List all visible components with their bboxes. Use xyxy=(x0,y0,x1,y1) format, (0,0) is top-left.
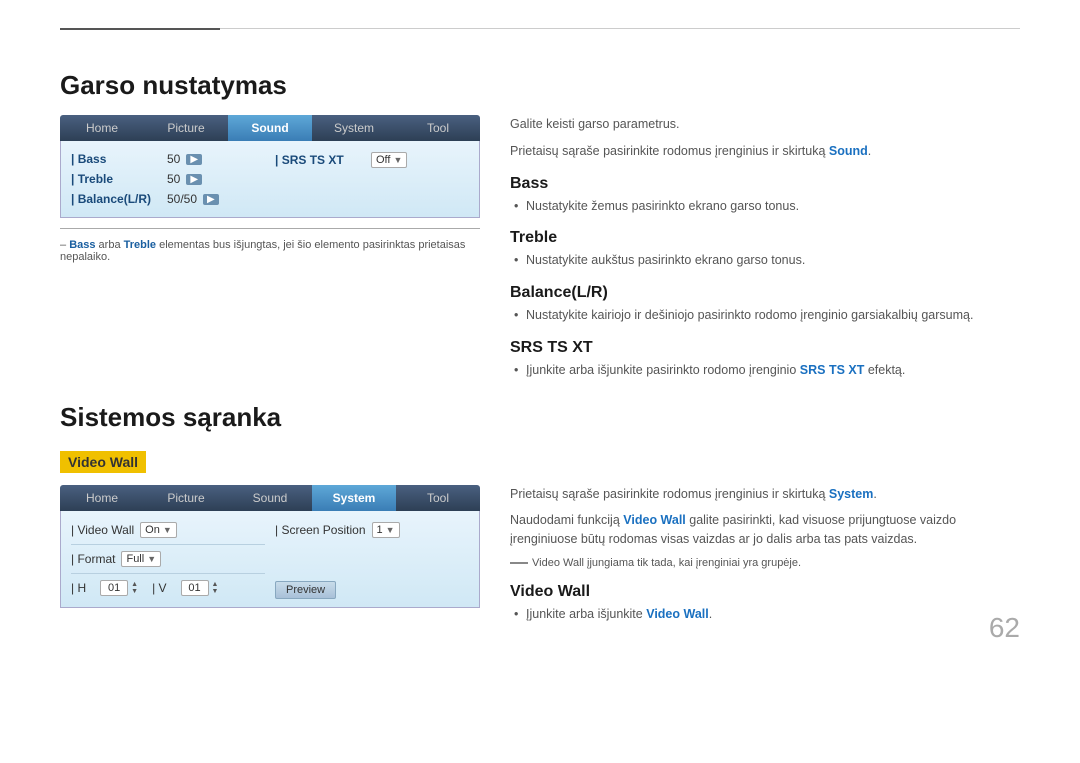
sound-link: Sound xyxy=(829,144,868,158)
menu-sound[interactable]: Sound xyxy=(228,115,312,141)
srs-select[interactable]: Off ▼ xyxy=(371,152,407,168)
treble-arrow[interactable]: ▶ xyxy=(186,174,202,185)
format-select[interactable]: Full ▼ xyxy=(121,551,161,567)
system-link: System xyxy=(829,487,873,501)
vw-link1: Video Wall xyxy=(623,513,686,527)
v-label: | V xyxy=(152,581,166,595)
srs-label: | SRS TS XT xyxy=(275,153,365,167)
v-up-arrow[interactable]: ▲ xyxy=(212,581,219,588)
srs-bullet: Įjunkite arba išjunkite pasirinkto rodom… xyxy=(510,361,1020,380)
bass-arrow[interactable]: ▶ xyxy=(186,154,202,165)
balance-subsection: Balance(L/R) Nustatykite kairiojo ir deš… xyxy=(510,284,1020,325)
sys-menu-tool[interactable]: Tool xyxy=(396,485,480,511)
balance-row: | Balance(L/R) 50/50 ▶ xyxy=(71,189,265,209)
treble-sub-title: Treble xyxy=(510,229,1020,247)
treble-value: 50 xyxy=(167,172,180,186)
h-label: | H xyxy=(71,581,86,595)
srs-value: Off xyxy=(376,154,390,166)
vw-bullet-link: Video Wall xyxy=(646,607,709,621)
page-number: 62 xyxy=(989,612,1020,644)
hv-row: | H 01 ▲ ▼ | V 01 xyxy=(71,577,265,599)
section1-title: Garso nustatymas xyxy=(60,70,1020,101)
menu-tool[interactable]: Tool xyxy=(396,115,480,141)
videowall-select[interactable]: On ▼ xyxy=(140,522,177,538)
sound-intro1: Galite keisti garso parametrus. xyxy=(510,115,1020,134)
h-down-arrow[interactable]: ▼ xyxy=(131,588,138,595)
sound-note: – Bass arba Treble elementas bus išjungt… xyxy=(60,239,480,263)
screenpos-value: 1 xyxy=(377,524,383,536)
menu-home[interactable]: Home xyxy=(60,115,144,141)
srs-sub-title: SRS TS XT xyxy=(510,339,1020,357)
separator1 xyxy=(60,228,480,229)
videowall-label: | Video Wall xyxy=(71,523,134,537)
treble-label: | Treble xyxy=(71,172,161,186)
bass-bullet: Nustatykite žemus pasirinkto ekrano gars… xyxy=(510,197,1020,216)
bass-note-bold: Bass xyxy=(69,239,95,251)
dash-icon xyxy=(510,562,528,564)
vw-subsection: Video Wall Įjunkite arba išjunkite Video… xyxy=(510,583,1020,624)
treble-subsection: Treble Nustatykite aukštus pasirinkto ek… xyxy=(510,229,1020,270)
sys-menu-picture[interactable]: Picture xyxy=(144,485,228,511)
balance-arrow[interactable]: ▶ xyxy=(203,194,219,205)
sound-right-col: Galite keisti garso parametrus. Prietais… xyxy=(510,115,1020,380)
vw-note-link: Video Wall xyxy=(532,557,584,569)
v-down-arrow[interactable]: ▼ xyxy=(212,588,219,595)
srs-row: | SRS TS XT Off ▼ xyxy=(275,149,469,171)
system-note: Video Wall įjungiama tik tada, kai įreng… xyxy=(510,557,1020,569)
srs-subsection: SRS TS XT Įjunkite arba išjunkite pasiri… xyxy=(510,339,1020,380)
v-spinner[interactable]: 01 ▲ ▼ xyxy=(181,580,219,596)
sound-intro2: Prietaisų sąraše pasirinkite rodomus įre… xyxy=(510,142,1020,161)
srs-link: SRS TS XT xyxy=(800,363,865,377)
treble-bullet: Nustatykite aukštus pasirinkto ekrano ga… xyxy=(510,251,1020,270)
top-line-accent xyxy=(60,28,220,30)
bass-label: | Bass xyxy=(71,152,161,166)
vw-sub-title: Video Wall xyxy=(510,583,1020,601)
menu-picture[interactable]: Picture xyxy=(144,115,228,141)
sys-menu-sound[interactable]: Sound xyxy=(228,485,312,511)
bass-row: | Bass 50 ▶ xyxy=(71,149,265,169)
h-spinner[interactable]: 01 ▲ ▼ xyxy=(100,580,138,596)
treble-note-bold: Treble xyxy=(124,239,156,251)
row-div2 xyxy=(71,573,265,574)
screenpos-row: | Screen Position 1 ▼ xyxy=(275,519,469,541)
h-up-arrow[interactable]: ▲ xyxy=(131,581,138,588)
sound-menu-bar: Home Picture Sound System Tool xyxy=(60,115,480,141)
format-label: | Format xyxy=(71,552,115,566)
section2-title: Sistemos sąranka xyxy=(60,402,1020,433)
screenpos-select[interactable]: 1 ▼ xyxy=(372,522,400,538)
sound-table-area: | Bass 50 ▶ | Treble 50 ▶ | Balance(L/R) xyxy=(60,141,480,218)
system-intro1: Prietaisų sąraše pasirinkite rodomus įre… xyxy=(510,485,1020,504)
system-intro2: Naudodami funkciją Video Wall galite pas… xyxy=(510,511,1020,549)
preview-button[interactable]: Preview xyxy=(275,581,336,599)
h-value: 01 xyxy=(100,580,128,596)
balance-label: | Balance(L/R) xyxy=(71,192,161,206)
balance-bullet: Nustatykite kairiojo ir dešiniojo pasiri… xyxy=(510,306,1020,325)
system-menu-bar: Home Picture Sound System Tool xyxy=(60,485,480,511)
format-row: | Format Full ▼ xyxy=(71,548,265,570)
video-wall-badge: Video Wall xyxy=(60,451,146,473)
menu-system[interactable]: System xyxy=(312,115,396,141)
balance-value: 50/50 xyxy=(167,192,197,206)
videowall-row: | Video Wall On ▼ xyxy=(71,519,265,541)
bass-subsection: Bass Nustatykite žemus pasirinkto ekrano… xyxy=(510,175,1020,216)
sys-menu-home[interactable]: Home xyxy=(60,485,144,511)
v-value: 01 xyxy=(181,580,209,596)
videowall-value: On xyxy=(145,524,160,536)
bass-sub-title: Bass xyxy=(510,175,1020,193)
row-div1 xyxy=(71,544,265,545)
treble-row: | Treble 50 ▶ xyxy=(71,169,265,189)
system-table-area: | Video Wall On ▼ | Format Full xyxy=(60,511,480,608)
vw-bullet: Įjunkite arba išjunkite Video Wall. xyxy=(510,605,1020,624)
format-value: Full xyxy=(126,553,144,565)
system-right-col: Prietaisų sąraše pasirinkite rodomus įre… xyxy=(510,485,1020,624)
balance-sub-title: Balance(L/R) xyxy=(510,284,1020,302)
screenpos-label: | Screen Position xyxy=(275,523,366,537)
bass-value: 50 xyxy=(167,152,180,166)
sys-menu-system[interactable]: System xyxy=(312,485,396,511)
